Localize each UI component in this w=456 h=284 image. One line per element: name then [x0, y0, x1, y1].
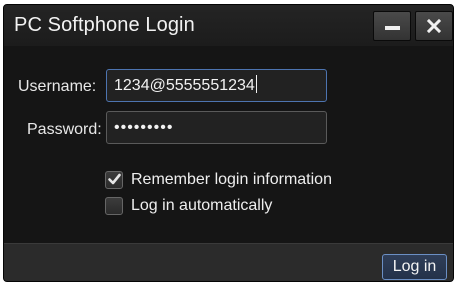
username-label: Username: — [18, 78, 97, 95]
username-value: 1234@5555551234 — [114, 77, 255, 94]
login-form: Username: 1234@5555551234 Password: ••••… — [4, 46, 453, 243]
title-bar[interactable]: PC Softphone Login — [4, 5, 453, 46]
remember-checkbox-box[interactable] — [105, 171, 123, 189]
username-field[interactable]: 1234@5555551234 — [106, 69, 327, 102]
minimize-button[interactable] — [373, 11, 411, 41]
password-value: ••••••••• — [114, 119, 174, 136]
text-caret — [255, 75, 257, 93]
login-window: PC Softphone Login Username: 1234@555555… — [3, 4, 454, 282]
checkmark-icon — [107, 172, 122, 192]
auto-login-checkbox-box[interactable] — [105, 197, 123, 215]
login-button[interactable]: Log in — [382, 254, 447, 280]
dialog-footer: Log in — [4, 243, 453, 281]
window-title: PC Softphone Login — [14, 14, 195, 36]
password-field[interactable]: ••••••••• — [106, 111, 327, 144]
password-label: Password: — [27, 121, 102, 138]
close-icon — [416, 12, 452, 40]
auto-login-label: Log in automatically — [131, 197, 273, 214]
remember-login-label: Remember login information — [131, 171, 332, 188]
close-button[interactable] — [415, 11, 453, 41]
minimize-icon — [385, 26, 400, 30]
